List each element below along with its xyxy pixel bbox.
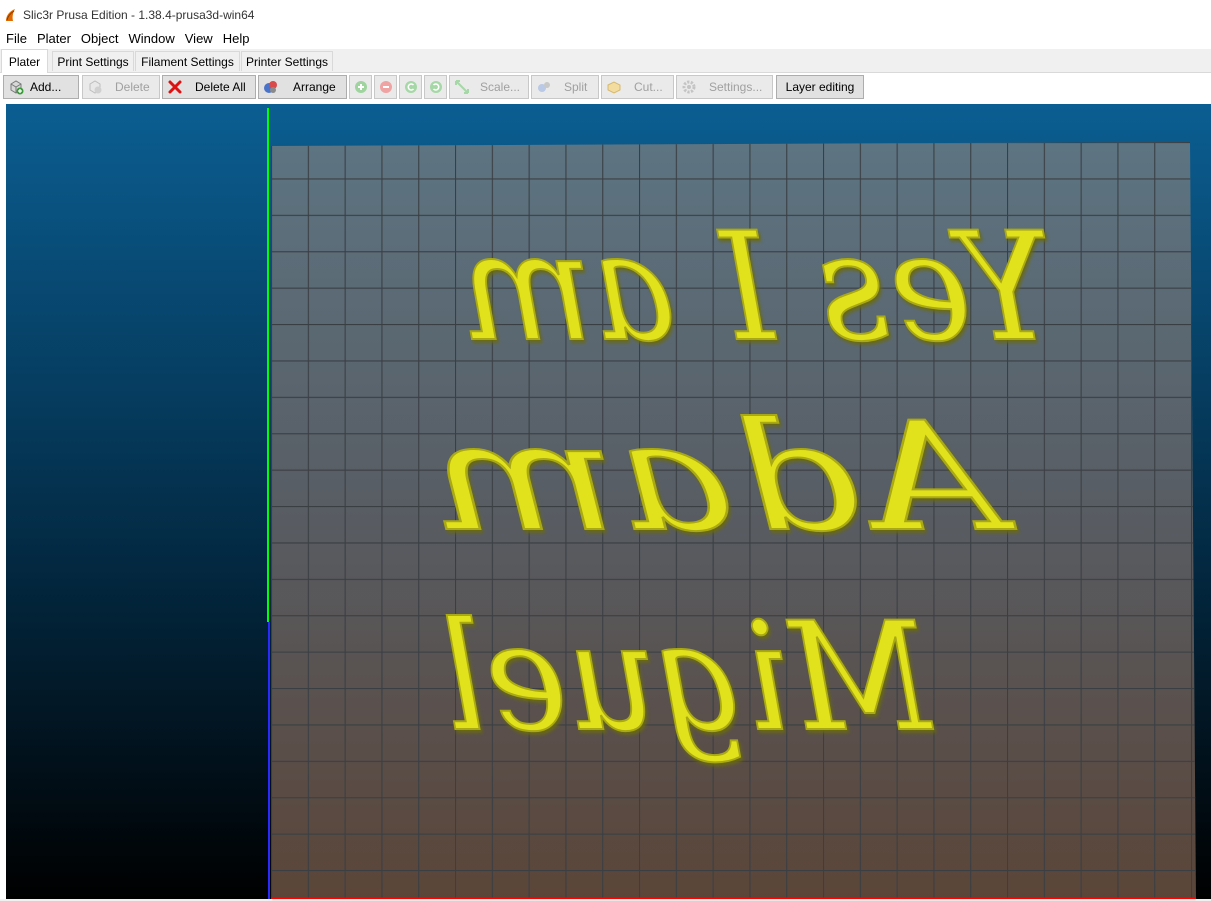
menu-object[interactable]: Object bbox=[75, 31, 123, 46]
tab-plater[interactable]: Plater bbox=[1, 49, 48, 73]
model-text-line-3: Miguel bbox=[441, 591, 934, 765]
split-button-label: Split bbox=[564, 80, 588, 94]
menu-plater[interactable]: Plater bbox=[31, 31, 75, 46]
scale-button[interactable]: Scale... bbox=[449, 75, 529, 99]
menu-view[interactable]: View bbox=[179, 31, 217, 46]
layer-editing-button[interactable]: Layer editing bbox=[776, 75, 864, 99]
plus-icon bbox=[353, 79, 369, 95]
delete-all-button[interactable]: Delete All bbox=[162, 75, 256, 99]
add-button[interactable]: Add... bbox=[3, 75, 79, 99]
slic3r-logo-icon bbox=[4, 8, 16, 22]
delete-all-button-label: Delete All bbox=[195, 80, 246, 94]
menu-file[interactable]: File bbox=[0, 31, 31, 46]
3d-viewport[interactable]: Yes I am Adam Miguel bbox=[6, 104, 1211, 901]
model-text-line-2: Adam bbox=[431, 391, 1017, 565]
tab-printer-settings[interactable]: Printer Settings bbox=[241, 51, 333, 71]
arrange-button[interactable]: Arrange bbox=[258, 75, 347, 99]
delete-button[interactable]: Delete bbox=[82, 75, 160, 99]
minus-icon bbox=[378, 79, 394, 95]
settings-button-label: Settings... bbox=[709, 80, 763, 94]
cut-button-label: Cut... bbox=[634, 80, 663, 94]
red-x-icon bbox=[167, 79, 183, 95]
arrange-icon bbox=[263, 79, 279, 95]
add-button-label: Add... bbox=[30, 80, 62, 94]
menu-help[interactable]: Help bbox=[217, 31, 254, 46]
menu-window[interactable]: Window bbox=[123, 31, 179, 46]
plater-scene[interactable]: Yes I am Adam Miguel bbox=[6, 104, 1211, 901]
cut-button[interactable]: Cut... bbox=[601, 75, 674, 99]
tab-print-settings[interactable]: Print Settings bbox=[52, 51, 134, 71]
rotate-ccw-button[interactable] bbox=[399, 75, 422, 99]
scale-icon bbox=[454, 79, 470, 95]
arrange-button-label: Arrange bbox=[293, 80, 336, 94]
scale-button-label: Scale... bbox=[480, 80, 521, 94]
window-title: Slic3r Prusa Edition - 1.38.4-prusa3d-wi… bbox=[23, 8, 255, 22]
delete-icon bbox=[87, 79, 103, 95]
menu-bar: File Plater Object Window View Help bbox=[0, 28, 1211, 48]
split-button[interactable]: Split bbox=[531, 75, 599, 99]
decrease-copies-button[interactable] bbox=[374, 75, 397, 99]
plater-toolbar: Add... Delete Delete All Arrange Scale..… bbox=[0, 73, 1211, 102]
tab-bar: Plater Print Settings Filament Settings … bbox=[0, 49, 1211, 73]
rotate-cw-icon bbox=[428, 79, 444, 95]
tab-filament-settings[interactable]: Filament Settings bbox=[135, 51, 240, 71]
title-bar: Slic3r Prusa Edition - 1.38.4-prusa3d-wi… bbox=[0, 0, 1211, 30]
gear-icon bbox=[681, 79, 697, 95]
layer-editing-button-label: Layer editing bbox=[785, 80, 855, 94]
model-text-line-1: Yes I am bbox=[461, 201, 1051, 375]
rotate-cw-button[interactable] bbox=[424, 75, 447, 99]
rotate-ccw-icon bbox=[403, 79, 419, 95]
increase-copies-button[interactable] bbox=[349, 75, 372, 99]
delete-button-label: Delete bbox=[115, 80, 150, 94]
cut-icon bbox=[606, 79, 622, 95]
add-object-icon bbox=[8, 79, 24, 95]
split-icon bbox=[536, 79, 552, 95]
settings-button[interactable]: Settings... bbox=[676, 75, 773, 99]
